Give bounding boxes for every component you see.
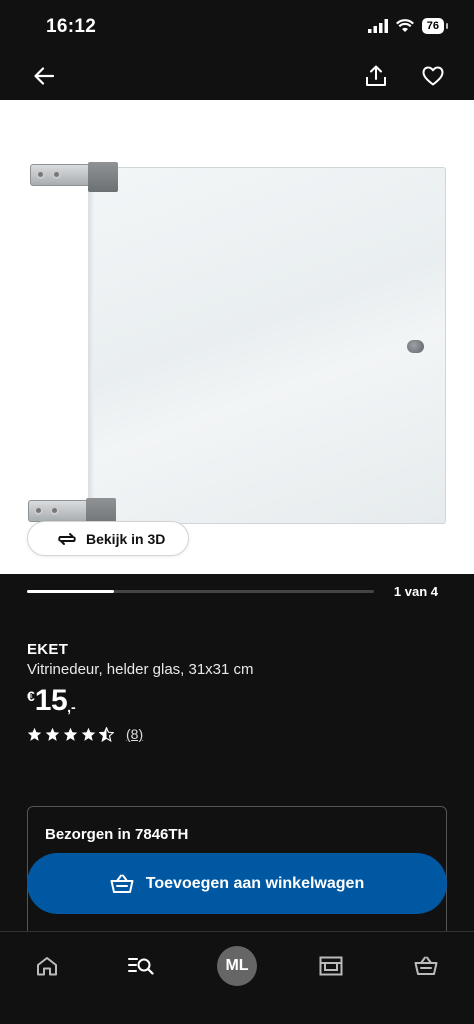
delivery-title: Bezorgen in 7846TH bbox=[45, 826, 189, 843]
status-bar: 16:12 76 bbox=[0, 0, 474, 52]
product-price: € 15 ,- bbox=[27, 685, 76, 717]
product-image-gallery[interactable]: Bekijk in 3D bbox=[0, 100, 474, 574]
shopping-basket-icon bbox=[110, 874, 134, 893]
rotate-3d-icon bbox=[58, 532, 76, 545]
view-3d-button[interactable]: Bekijk in 3D bbox=[27, 521, 189, 556]
star-icon bbox=[27, 727, 42, 741]
wifi-icon bbox=[395, 19, 414, 32]
share-icon bbox=[366, 65, 386, 86]
add-to-cart-label: Toevoegen aan winkelwagen bbox=[145, 874, 365, 892]
view-3d-label: Bekijk in 3D bbox=[86, 530, 166, 547]
gallery-progress-bar bbox=[27, 590, 374, 593]
store-icon bbox=[319, 956, 343, 976]
door-knob bbox=[407, 340, 424, 353]
arrow-left-icon bbox=[34, 67, 54, 85]
bottom-nav: ML bbox=[0, 931, 474, 1024]
share-button[interactable] bbox=[360, 60, 392, 92]
signal-icon bbox=[367, 19, 388, 33]
nav-home[interactable] bbox=[27, 946, 67, 986]
gallery-progress-fill bbox=[27, 590, 114, 593]
product-name: EKET bbox=[27, 641, 69, 658]
top-nav bbox=[0, 52, 474, 100]
status-icons: 76 bbox=[367, 18, 449, 34]
nav-cart[interactable] bbox=[406, 946, 446, 986]
gallery-counter: 1 van 4 bbox=[393, 584, 438, 599]
search-list-icon bbox=[128, 958, 154, 975]
star-icon bbox=[45, 727, 60, 741]
heart-icon bbox=[422, 66, 444, 86]
avatar: ML bbox=[217, 946, 257, 986]
star-icon bbox=[63, 727, 78, 741]
price-decimal: ,- bbox=[67, 699, 76, 715]
glass-door-edge bbox=[88, 167, 94, 524]
review-count-link[interactable]: (8) bbox=[126, 726, 143, 742]
star-half-icon bbox=[99, 726, 114, 742]
home-icon bbox=[37, 957, 57, 976]
price-integer: 15 bbox=[34, 684, 68, 717]
rating-stars[interactable]: (8) bbox=[27, 726, 143, 742]
nav-search[interactable] bbox=[121, 946, 161, 986]
product-image-glass-door bbox=[88, 167, 446, 524]
status-time: 16:12 bbox=[46, 16, 97, 37]
add-to-cart-button[interactable]: Toevoegen aan winkelwagen bbox=[27, 853, 447, 914]
back-button[interactable] bbox=[28, 60, 60, 92]
star-icon bbox=[81, 727, 96, 741]
shopping-basket-icon bbox=[414, 956, 438, 975]
nav-store[interactable] bbox=[311, 946, 351, 986]
product-description: Vitrinedeur, helder glas, 31x31 cm bbox=[27, 661, 254, 678]
battery-indicator: 76 bbox=[421, 18, 449, 34]
favorite-button[interactable] bbox=[417, 60, 449, 92]
price-currency: € bbox=[27, 688, 35, 704]
nav-profile[interactable]: ML bbox=[217, 946, 257, 986]
